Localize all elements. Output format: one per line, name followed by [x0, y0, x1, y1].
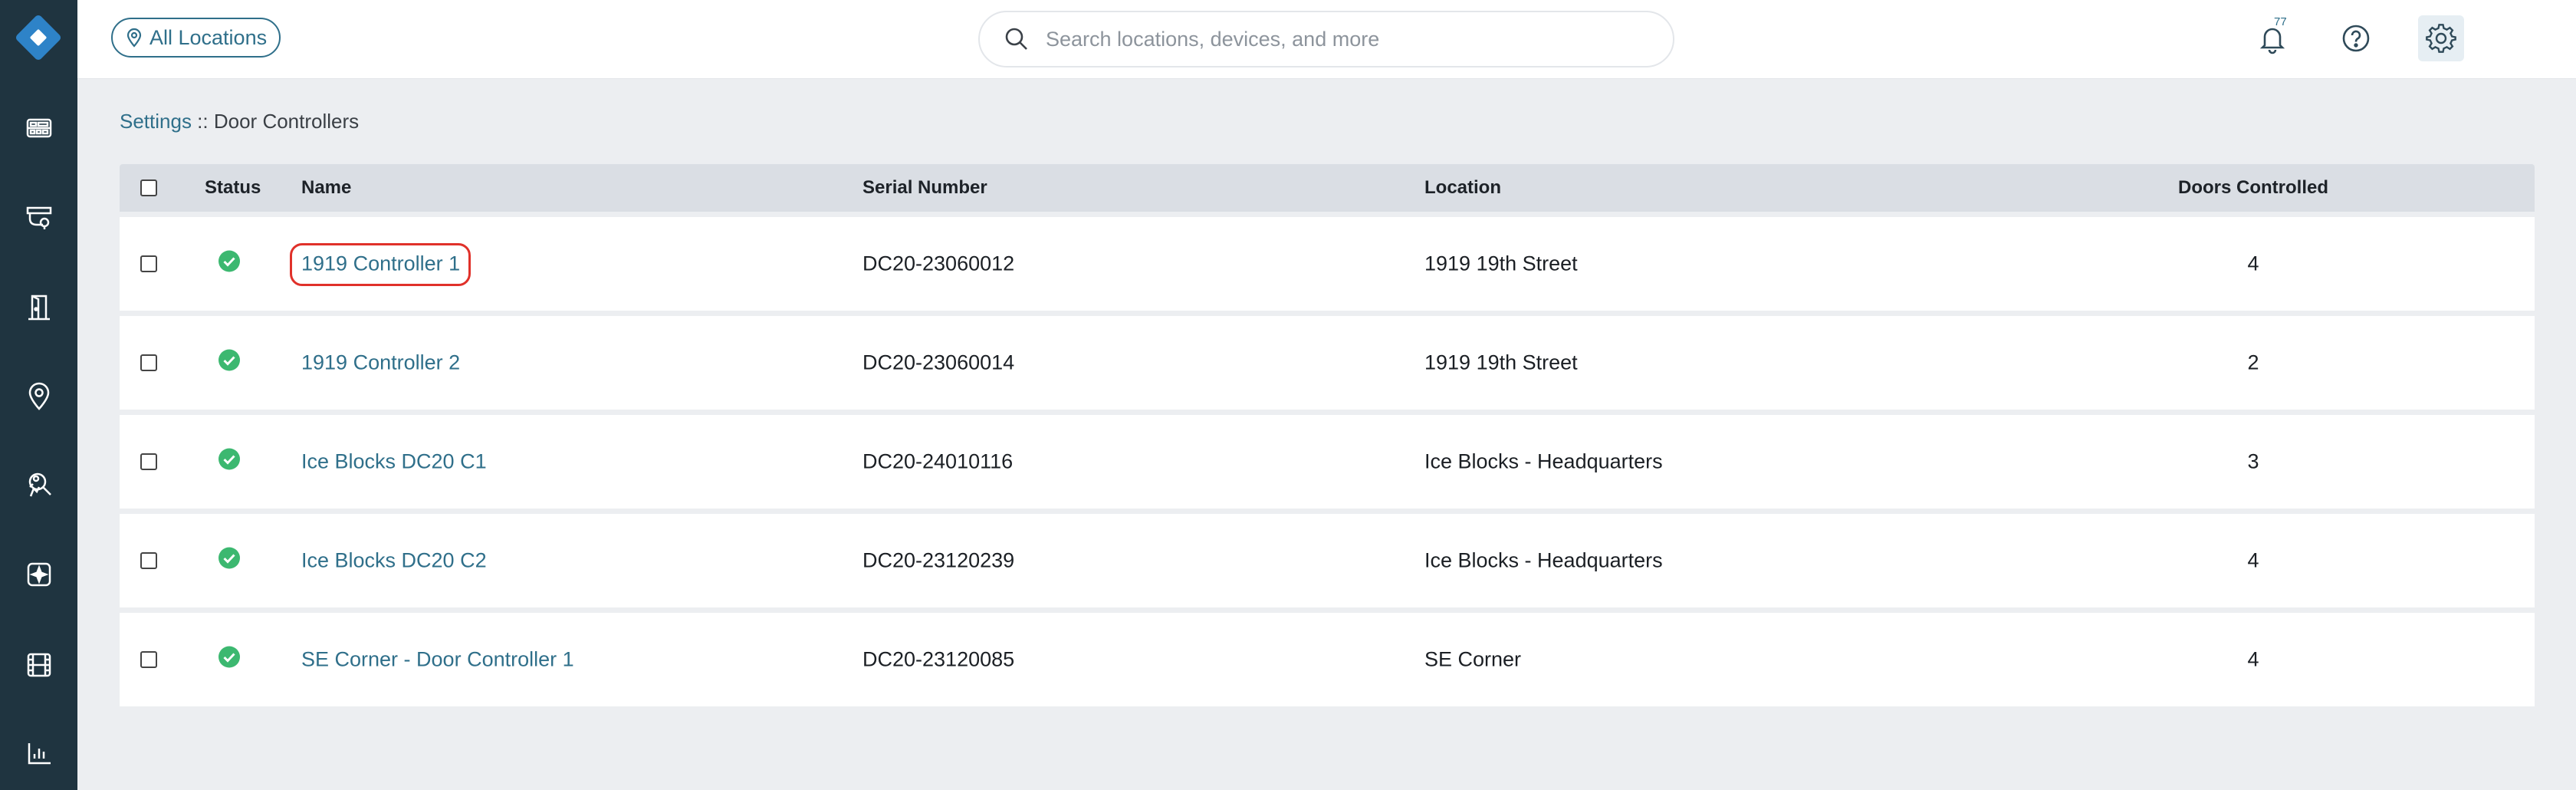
location-text: Ice Blocks - Headquarters	[1424, 449, 1663, 473]
status-online-icon	[218, 448, 241, 476]
controller-name-link[interactable]: Ice Blocks DC20 C1	[301, 450, 487, 474]
row-checkbox[interactable]	[140, 453, 157, 470]
row-checkbox[interactable]	[140, 354, 157, 371]
status-online-icon	[218, 547, 241, 575]
analytics-icon[interactable]	[20, 734, 58, 772]
dashboard-icon[interactable]	[20, 109, 58, 147]
serial-number: DC20-24010116	[863, 449, 1014, 473]
person-search-icon[interactable]	[20, 466, 58, 504]
top-bar: All Locations 77 EN	[77, 0, 2576, 79]
table-row[interactable]: SE Corner - Door Controller 1 DC20-23120…	[120, 613, 2535, 706]
column-header-status[interactable]: Status	[205, 177, 261, 199]
settings-button[interactable]	[2418, 15, 2464, 61]
serial-number: DC20-23120085	[863, 647, 1015, 671]
doors-controlled-count: 4	[2247, 252, 2259, 275]
help-icon	[2342, 25, 2370, 52]
notification-count: 77	[2274, 15, 2287, 28]
sensor-icon[interactable]	[20, 555, 58, 594]
row-checkbox[interactable]	[140, 552, 157, 569]
row-checkbox[interactable]	[140, 651, 157, 668]
film-icon[interactable]	[20, 646, 58, 684]
doors-controlled-count: 2	[2247, 351, 2259, 374]
sidebar	[0, 0, 77, 790]
search-icon	[1005, 28, 1027, 50]
location-text: 1919 19th Street	[1424, 351, 1578, 374]
column-header-location[interactable]: Location	[1424, 177, 1501, 199]
search-bar[interactable]	[978, 11, 1674, 67]
all-locations-button[interactable]: All Locations	[111, 18, 281, 58]
column-header-name[interactable]: Name	[301, 177, 351, 199]
location-text: 1919 19th Street	[1424, 252, 1578, 275]
serial-number: DC20-23120239	[863, 548, 1015, 572]
status-online-icon	[218, 250, 241, 278]
camera-icon[interactable]	[20, 198, 58, 236]
location-pin-icon[interactable]	[20, 377, 58, 415]
location-text: SE Corner	[1424, 647, 1522, 671]
doors-controlled-count: 4	[2247, 647, 2259, 671]
table-row[interactable]: 1919 Controller 2 DC20-23060014 1919 19t…	[120, 316, 2535, 410]
table-header: Status Name Serial Number Location Doors…	[120, 164, 2535, 212]
table-row[interactable]: Ice Blocks DC20 C2 DC20-23120239 Ice Blo…	[120, 514, 2535, 607]
breadcrumb: Settings :: Door Controllers	[120, 110, 359, 133]
location-text: Ice Blocks - Headquarters	[1424, 548, 1663, 572]
serial-number: DC20-23060012	[863, 252, 1015, 275]
help-button[interactable]	[2333, 15, 2379, 61]
controller-name-link[interactable]: 1919 Controller 2	[301, 351, 460, 375]
controller-name-link[interactable]: Ice Blocks DC20 C2	[301, 549, 487, 573]
table-row[interactable]: 1919 Controller 1 DC20-23060012 1919 19t…	[120, 217, 2535, 311]
diamond-logo[interactable]	[13, 12, 64, 63]
row-checkbox[interactable]	[140, 255, 157, 272]
doors-controlled-count: 3	[2247, 449, 2259, 473]
search-input[interactable]	[1044, 26, 1645, 52]
location-pin-icon	[127, 28, 142, 48]
serial-number: DC20-23060014	[863, 351, 1015, 374]
controller-name-link[interactable]: SE Corner - Door Controller 1	[301, 648, 574, 672]
all-locations-label: All Locations	[150, 25, 268, 49]
door-icon[interactable]	[20, 288, 58, 327]
status-online-icon	[218, 646, 241, 674]
notifications-button[interactable]: 77	[2249, 15, 2295, 61]
door-controllers-table: Status Name Serial Number Location Doors…	[120, 164, 2535, 706]
table-row[interactable]: Ice Blocks DC20 C1 DC20-24010116 Ice Blo…	[120, 415, 2535, 509]
doors-controlled-count: 4	[2247, 548, 2259, 572]
select-all-checkbox[interactable]	[140, 179, 157, 196]
gear-icon	[2426, 24, 2456, 53]
column-header-doors-controlled[interactable]: Doors Controlled	[2138, 177, 2368, 199]
column-header-serial-number[interactable]: Serial Number	[863, 177, 987, 199]
breadcrumb-separator: ::	[191, 110, 214, 133]
controller-name-link[interactable]: 1919 Controller 1	[301, 252, 460, 276]
breadcrumb-current: Door Controllers	[213, 110, 360, 133]
status-online-icon	[218, 349, 241, 377]
breadcrumb-settings-link[interactable]: Settings	[120, 110, 192, 133]
